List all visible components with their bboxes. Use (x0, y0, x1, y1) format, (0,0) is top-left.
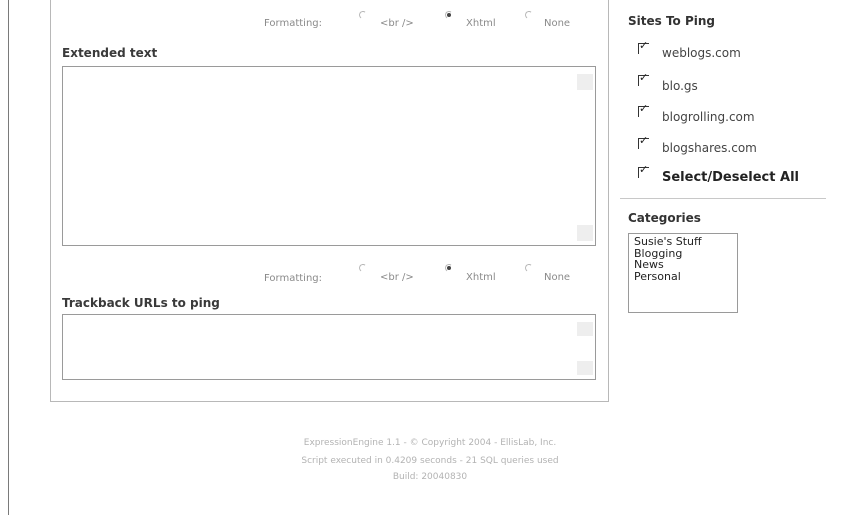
trackback-label: Trackback URLs to ping (62, 296, 220, 310)
checkbox-weblogs[interactable]: ✓ (638, 40, 649, 54)
trackback-textarea[interactable] (62, 314, 596, 380)
sites-to-ping-title: Sites To Ping (628, 14, 716, 28)
checkbox-select-all[interactable]: ✓ (638, 164, 649, 178)
site-label-blogrolling: blogrolling.com (662, 110, 755, 124)
scroll-down-button[interactable] (577, 361, 593, 375)
radio-br-label: <br /> (380, 18, 414, 29)
checkbox-blogrolling[interactable]: ✓ (638, 103, 649, 117)
radio-xhtml-label: Xhtml (466, 272, 496, 283)
left-border-line (8, 0, 9, 515)
radio-none-label: None (544, 18, 571, 29)
footer-script-info: Script executed in 0.4209 seconds - 21 S… (301, 456, 559, 466)
site-label-blogs: blo.gs (662, 79, 698, 93)
categories-title: Categories (628, 211, 701, 225)
sidebar-divider (620, 198, 826, 199)
scroll-up-button[interactable] (577, 74, 593, 90)
radio-xhtml[interactable] (444, 10, 454, 20)
radio-br[interactable] (358, 263, 368, 273)
site-label-weblogs: weblogs.com (662, 46, 741, 60)
radio-none[interactable] (524, 10, 534, 20)
radio-br-label: <br /> (380, 272, 414, 283)
scroll-down-button[interactable] (577, 225, 593, 241)
categories-listbox[interactable]: Susie's Stuff Blogging News Personal (628, 233, 738, 313)
site-label-blogshares: blogshares.com (662, 141, 757, 155)
radio-none[interactable] (524, 263, 534, 273)
category-option[interactable]: Susie's Stuff (634, 236, 737, 248)
radio-xhtml[interactable] (444, 263, 454, 273)
extended-text-textarea[interactable] (62, 66, 596, 246)
radio-none-label: None (544, 272, 571, 283)
select-deselect-all-label: Select/Deselect All (662, 170, 799, 185)
footer-copyright: ExpressionEngine 1.1 - © Copyright 2004 … (303, 438, 557, 448)
radio-br[interactable] (358, 10, 368, 20)
formatting-label: Formatting: (264, 273, 322, 284)
category-option[interactable]: News (634, 259, 737, 271)
footer-build: Build: 20040830 (392, 472, 468, 482)
formatting-label: Formatting: (264, 18, 322, 29)
extended-text-label: Extended text (62, 46, 158, 60)
checkbox-blogs[interactable]: ✓ (638, 72, 649, 86)
checkbox-blogshares[interactable]: ✓ (638, 135, 649, 149)
scroll-up-button[interactable] (577, 322, 593, 336)
radio-xhtml-label: Xhtml (466, 18, 496, 29)
category-option[interactable]: Personal (634, 270, 737, 283)
